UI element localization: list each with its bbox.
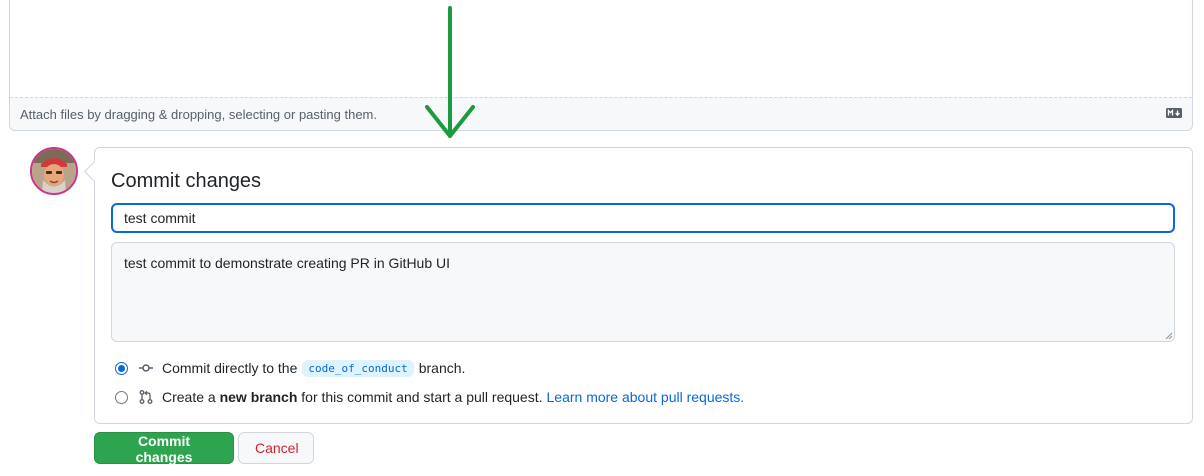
avatar-image [32, 149, 76, 193]
commit-changes-panel: Commit changes test commit to demonstrat… [94, 147, 1193, 424]
new-branch-option[interactable]: Create a new branch for this commit and … [115, 387, 744, 407]
new-branch-bold: new branch [219, 389, 298, 405]
cancel-button[interactable]: Cancel [238, 432, 314, 464]
new-branch-suffix: for this commit and start a pull request… [301, 389, 543, 405]
new-branch-text: Create a [162, 389, 216, 405]
down-arrow-annotation [425, 6, 475, 138]
avatar[interactable] [30, 147, 78, 195]
commit-direct-suffix: branch. [418, 360, 466, 376]
commit-changes-button[interactable]: Commit changes [94, 432, 234, 465]
commit-title: Commit changes [111, 170, 262, 192]
attach-files-bar[interactable]: Attach files by dragging & dropping, sel… [10, 97, 1192, 130]
learn-more-pull-requests-link[interactable]: Learn more about pull requests. [547, 389, 745, 405]
commit-summary-input[interactable] [111, 203, 1175, 233]
comment-editor[interactable]: Attach files by dragging & dropping, sel… [9, 0, 1193, 131]
resize-grip-icon[interactable] [1165, 332, 1173, 340]
commit-direct-text: Commit directly to the [162, 360, 298, 376]
commit-direct-radio[interactable] [115, 361, 128, 375]
new-branch-radio[interactable] [115, 390, 128, 404]
git-pull-request-icon [139, 390, 153, 404]
markdown-icon[interactable] [1166, 108, 1182, 118]
attach-files-text: Attach files by dragging & dropping, sel… [20, 107, 377, 122]
branch-name-badge: code_of_conduct [302, 359, 414, 377]
commit-description-textarea[interactable]: test commit to demonstrate creating PR i… [111, 242, 1175, 342]
commit-direct-option[interactable]: Commit directly to the code_of_conduct b… [115, 358, 465, 378]
git-commit-icon [139, 364, 153, 372]
